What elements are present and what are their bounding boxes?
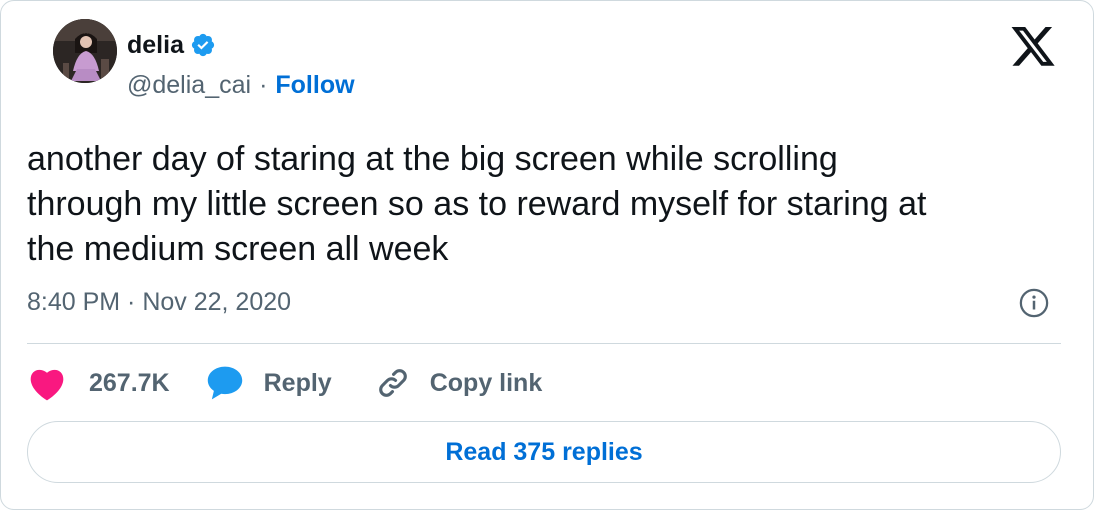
tweet-timestamp[interactable]: 8:40 PM · Nov 22, 2020: [27, 287, 291, 317]
verified-badge-icon: [191, 33, 215, 57]
link-icon: [378, 369, 407, 397]
like-count: 267.7K: [89, 368, 170, 397]
separator: ·: [259, 71, 268, 99]
reply-button[interactable]: Reply: [206, 365, 332, 401]
x-logo-icon[interactable]: [1011, 27, 1055, 67]
handle-row: @delia_cai · Follow: [127, 71, 355, 99]
read-replies-label: Read 375 replies: [445, 437, 643, 466]
like-button[interactable]: 267.7K: [27, 365, 170, 401]
tweet-card: delia @delia_cai · Follow another day of…: [0, 0, 1094, 510]
copy-link-button[interactable]: Copy link: [376, 366, 543, 400]
speech-bubble-icon: [207, 366, 242, 400]
author-name-row[interactable]: delia: [127, 31, 216, 59]
author-name[interactable]: delia: [127, 31, 184, 59]
reply-label: Reply: [263, 368, 332, 397]
heart-icon: [30, 369, 64, 401]
divider: [27, 343, 1061, 344]
action-bar: 267.7K Reply Copy link: [27, 363, 542, 403]
tweet-text: another day of staring at the big screen…: [27, 140, 927, 268]
avatar[interactable]: [53, 19, 117, 83]
author-handle[interactable]: @delia_cai: [127, 71, 251, 99]
copy-link-label: Copy link: [429, 368, 543, 397]
info-icon[interactable]: [1019, 288, 1049, 318]
avatar-image: [53, 19, 117, 83]
follow-button[interactable]: Follow: [275, 71, 354, 99]
read-replies-button[interactable]: Read 375 replies: [27, 421, 1061, 483]
